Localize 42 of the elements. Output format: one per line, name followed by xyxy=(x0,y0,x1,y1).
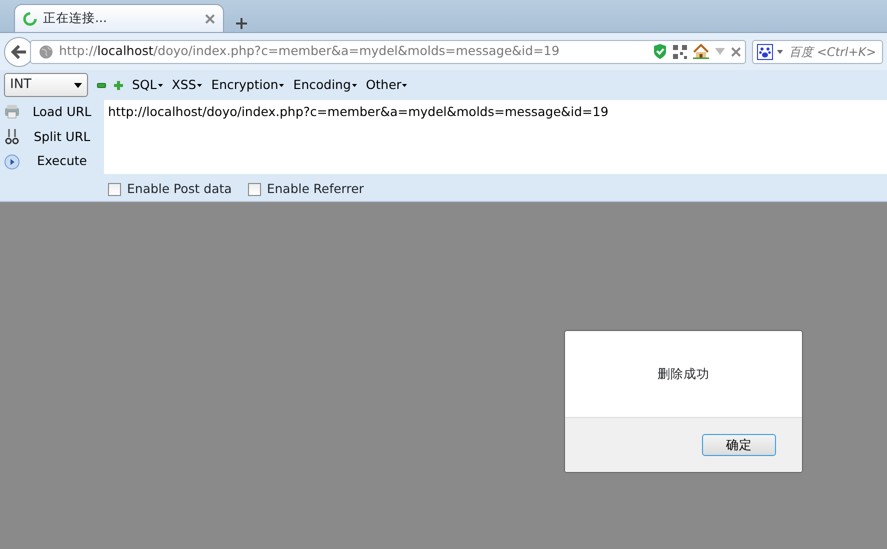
checkbox[interactable] xyxy=(108,182,121,196)
url-text-area[interactable]: http://localhost/doyo/index.php?c=member&a=mydel&molds=message&id=19 xyxy=(104,100,887,174)
checkbox-label: Enable Referrer xyxy=(266,180,364,198)
address-field[interactable]: http://localhost/doyo/index.php?c=member&a=mydel&molds=message&id=19 xyxy=(30,40,746,64)
scissors-icon xyxy=(4,128,20,145)
minus-icon[interactable] xyxy=(97,82,106,88)
menu-button[interactable]: XSS xyxy=(172,76,202,94)
search-bar[interactable]: 百度 <Ctrl+K> xyxy=(752,40,883,64)
caret-icon xyxy=(402,84,408,87)
caret-icon xyxy=(158,84,163,87)
search-field[interactable]: 百度 <Ctrl+K> xyxy=(787,42,878,62)
ok-button[interactable]: 确定 xyxy=(702,434,776,456)
caret-icon xyxy=(352,84,357,87)
paw-icon[interactable] xyxy=(757,44,773,60)
address-text: http://localhost/doyo/index.php?c=member&a=mydel&molds=message&id=19 xyxy=(59,42,560,60)
checkbox[interactable] xyxy=(248,182,261,196)
globe-icon xyxy=(39,44,53,58)
menu-button[interactable]: Encoding xyxy=(293,76,357,94)
type-select[interactable]: INT xyxy=(4,73,88,97)
caret-icon xyxy=(74,82,82,88)
tab-title: 正在连接... xyxy=(43,9,108,28)
menu-button[interactable]: SQL xyxy=(132,76,163,94)
menu-button[interactable]: Encryption xyxy=(211,76,284,94)
shield-icon[interactable] xyxy=(653,44,667,60)
play-icon xyxy=(4,154,20,170)
execute-button[interactable]: Execute xyxy=(0,152,104,172)
home-icon[interactable] xyxy=(693,44,709,59)
back-arrow-icon xyxy=(11,44,27,58)
plus-icon xyxy=(236,18,247,29)
menu-button[interactable]: Other xyxy=(366,76,408,94)
browser-tab[interactable]: 正在连接... xyxy=(14,4,224,32)
load-url-button[interactable]: Load URL xyxy=(0,102,104,122)
printer-icon xyxy=(4,104,20,120)
split-url-button[interactable]: Split URL xyxy=(0,128,104,146)
checkbox-label: Enable Post data xyxy=(127,180,232,198)
caret-icon[interactable] xyxy=(777,50,783,54)
caret-icon xyxy=(197,84,202,87)
plus-icon[interactable] xyxy=(114,80,123,90)
alert-message: 删除成功 xyxy=(658,364,710,383)
caret-icon xyxy=(279,84,284,87)
close-icon[interactable] xyxy=(205,14,215,24)
close-icon[interactable] xyxy=(731,46,741,56)
